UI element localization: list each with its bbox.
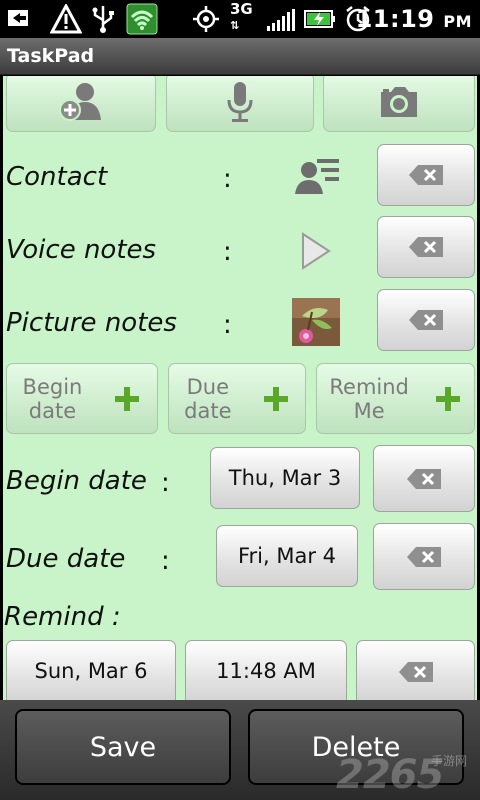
remind-date-picker[interactable]: Sun, Mar 6 (6, 640, 176, 700)
begin-date-label: Begin date (6, 466, 147, 496)
task-form: Contact : Voice notes : Picture notes : (0, 76, 480, 700)
picture-notes-colon: : (223, 310, 232, 340)
clear-begin-date-button[interactable] (373, 445, 475, 512)
camera-icon (381, 87, 417, 117)
usb-icon (92, 6, 114, 33)
backspace-icon (409, 310, 443, 330)
status-bar: 3G ⇅ 11:19 PM (0, 0, 480, 38)
plus-icon (263, 386, 288, 411)
contact-colon: : (223, 164, 232, 194)
voice-notes-colon: : (223, 237, 232, 267)
signal-icon (267, 9, 295, 31)
due-date-picker[interactable]: Fri, Mar 4 (216, 525, 358, 587)
picture-thumbnail[interactable] (292, 298, 340, 346)
network-type: 3G ⇅ (230, 0, 253, 33)
microphone-icon (227, 82, 253, 122)
begin-date-picker[interactable]: Thu, Mar 3 (210, 447, 360, 509)
add-begin-date-button[interactable]: Begin date (6, 363, 158, 434)
title-bar: TaskPad (0, 38, 480, 75)
usb-debug-icon (8, 10, 28, 26)
remind-label: Remind : (4, 602, 121, 632)
contact-card-icon[interactable] (295, 156, 341, 196)
backspace-icon (407, 546, 441, 567)
clear-contact-button[interactable] (377, 144, 475, 206)
voice-notes-label: Voice notes (6, 235, 157, 265)
add-reminder-button[interactable]: Remind Me (316, 363, 475, 434)
clear-voice-button[interactable] (377, 216, 475, 278)
due-date-label: Due date (6, 544, 126, 574)
begin-date-colon: : (161, 468, 170, 498)
voice-record-button[interactable] (166, 76, 314, 132)
watermark-subtext: 手游网 (431, 754, 468, 768)
add-contact-button[interactable] (6, 76, 156, 132)
add-due-date-button[interactable]: Due date (168, 363, 306, 434)
due-date-colon: : (161, 546, 170, 576)
play-icon[interactable] (300, 231, 332, 271)
clear-reminder-button[interactable] (356, 640, 475, 700)
plus-icon (435, 386, 460, 411)
wifi-lookout-icon (126, 3, 158, 35)
save-button[interactable]: Save (15, 709, 231, 785)
clear-due-date-button[interactable] (373, 523, 475, 590)
add-contact-icon (59, 83, 101, 121)
picture-notes-label: Picture notes (6, 308, 177, 338)
watermark-logo: 2265 (336, 752, 444, 798)
clock: 11:19 PM (355, 5, 472, 33)
remind-time-picker[interactable]: 11:48 AM (185, 640, 347, 700)
backspace-icon (409, 165, 443, 185)
backspace-icon (409, 237, 443, 257)
warning-icon (50, 4, 82, 34)
backspace-icon (407, 468, 441, 489)
gps-icon (193, 6, 219, 32)
clear-picture-button[interactable] (377, 289, 475, 351)
backspace-icon (398, 662, 433, 682)
app-title: TaskPad (7, 45, 95, 67)
plus-icon (115, 386, 140, 411)
battery-charging-icon (304, 10, 335, 28)
contact-label: Contact (6, 162, 108, 192)
camera-button[interactable] (323, 76, 475, 132)
